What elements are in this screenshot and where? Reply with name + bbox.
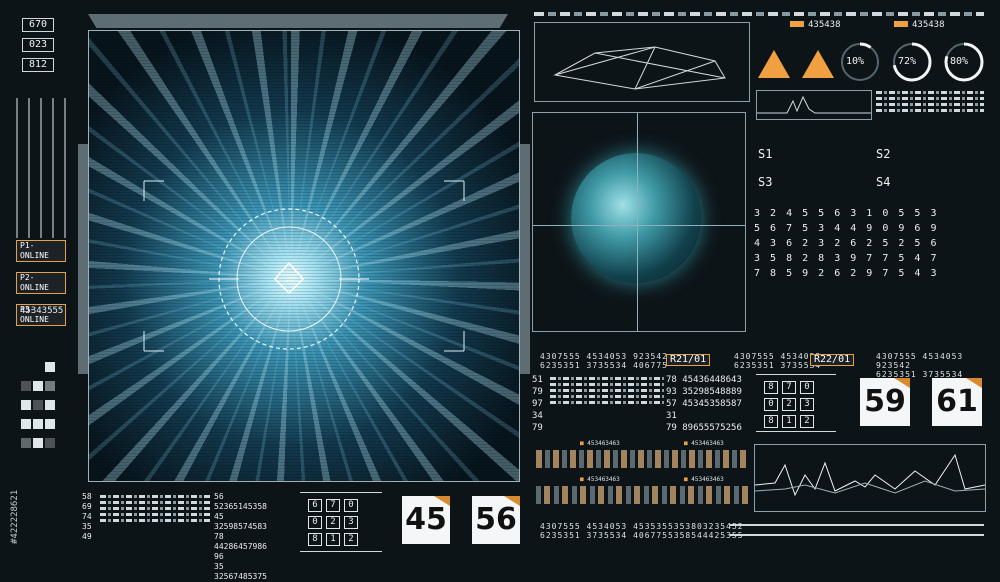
header-nums-a: 4307555 4534053 923542 6235351 3735534 40… xyxy=(540,352,668,370)
gauge-label-3: 80% xyxy=(950,56,969,67)
s4-label: S4 xyxy=(876,175,891,189)
signal-chart xyxy=(754,453,986,497)
globe-panel xyxy=(532,112,746,332)
card-45: 45 xyxy=(402,496,450,544)
left-number: 45343555 xyxy=(20,306,64,316)
s2-label: S2 xyxy=(876,147,891,161)
status-p1: P1-ONLINE xyxy=(16,240,66,262)
tag-r22: R22/01 xyxy=(810,354,855,366)
bottom-mid-nums: 4307555 4534053 4535355353803235452 62353… xyxy=(540,522,744,540)
status-p2: P2-ONLINE xyxy=(16,272,66,294)
num-column: 58 69 74 35 49 xyxy=(82,492,92,541)
gauge-label-1: 10% xyxy=(846,56,865,67)
top-strip xyxy=(534,12,984,16)
main-viewport-frame xyxy=(78,14,530,486)
stripe-label: ■ 453463463 xyxy=(580,476,620,483)
top-box-group: 670 023 812 xyxy=(22,18,54,72)
bottom-right-lines xyxy=(730,524,984,536)
crosshair-h xyxy=(533,225,745,226)
frame-top-bar xyxy=(88,14,508,28)
stripe-label: ■ 453463463 xyxy=(684,476,724,483)
watermark-id: #422228621 xyxy=(10,489,20,544)
id-top-1: 435438 xyxy=(790,20,841,31)
stripe-band xyxy=(536,450,748,468)
globe xyxy=(571,153,701,283)
right-top-bars xyxy=(876,88,984,115)
card-61: 61 xyxy=(932,378,982,426)
header-nums-c: 4307555 4534053 6235351 3735534 xyxy=(734,352,822,370)
wireframe-mesh xyxy=(553,46,726,90)
card-59: 59 xyxy=(860,378,910,426)
targeting-reticle xyxy=(143,180,465,352)
tag-r21: R21/01 xyxy=(666,354,711,366)
s1-label: S1 xyxy=(758,147,773,161)
stripe-label: ■ 453463463 xyxy=(684,440,724,447)
code-box: 670 xyxy=(22,18,54,32)
gauge-label-2: 72% xyxy=(898,56,917,67)
waveform-panel xyxy=(756,90,872,120)
stripe-band xyxy=(536,486,748,504)
left-column: 670 023 812 P1-ONLINE P2-ONLINE P3-ONLIN… xyxy=(10,14,74,554)
block-grid xyxy=(20,358,68,453)
signal-chart-panel xyxy=(754,444,986,512)
id-top-2: 435438 xyxy=(894,20,945,31)
stripe-label: ■ 453463463 xyxy=(580,440,620,447)
tunnel-view xyxy=(88,30,520,482)
warning-triangles xyxy=(756,48,836,84)
code-box: 023 xyxy=(22,38,54,52)
s-labels: S1 S2 S3 S4 xyxy=(756,148,986,198)
s3-label: S3 xyxy=(758,175,773,189)
vertical-number-bars xyxy=(16,98,72,238)
card-56: 56 xyxy=(472,496,520,544)
code-box: 812 xyxy=(22,58,54,72)
wireframe-panel xyxy=(534,22,750,102)
crosshair-v xyxy=(637,113,638,331)
stripe-panel: ■ 453463463 ■ 453463463 ■ 453463463 ■ 45… xyxy=(536,440,748,510)
bar-stack xyxy=(100,492,210,525)
mid-grid: 870 023 812 xyxy=(756,374,836,432)
frame-right-tab xyxy=(520,144,530,374)
number-grid: 3 2 4 5 5 6 3 1 0 5 5 35 6 7 5 3 4 4 9 0… xyxy=(754,208,939,279)
bottom-left-grid: 670 023 812 xyxy=(300,492,382,552)
num-column-2: 56 52365145358 45 32598574583 78 442864579… xyxy=(214,492,267,581)
frame-left-tab xyxy=(78,144,88,374)
